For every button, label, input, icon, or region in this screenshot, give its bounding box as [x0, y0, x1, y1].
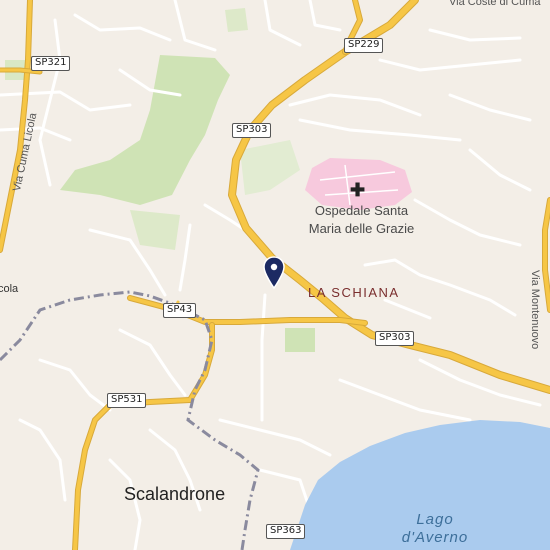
- map-pin-icon[interactable]: [263, 256, 285, 289]
- lake-label: Lago d'Averno: [395, 511, 475, 547]
- road-shield-sp321: SP321: [31, 56, 71, 71]
- district-label: LA SCHIANA: [308, 285, 400, 300]
- hospital-cross-icon: ✚: [350, 180, 366, 200]
- road-shield-sp303: SP303: [232, 123, 272, 138]
- green-area: [285, 328, 315, 352]
- road-shield-sp43: SP43: [163, 303, 197, 318]
- map-canvas[interactable]: SP321 SP229 SP303 SP303 SP43 SP531 SP363…: [0, 0, 550, 550]
- town-label: Scalandrone: [124, 484, 226, 504]
- hospital-label-line2: Maria delle Grazie: [308, 221, 415, 236]
- green-area: [225, 8, 248, 32]
- lake-label-line1: Lago: [416, 511, 454, 528]
- hospital-label: Ospedale Santa Maria delle Grazie: [304, 202, 419, 238]
- hospital-label-line1: Ospedale Santa: [314, 203, 409, 218]
- road-shield-sp229: SP229: [344, 38, 384, 53]
- street-label-right-edge: Via Montenuovo: [529, 270, 541, 350]
- lake-label-line2: d'Averno: [401, 529, 469, 546]
- road-shield-sp363: SP363: [266, 524, 306, 539]
- street-label-via-coste-di-cuma: Via Coste di Cuma: [449, 0, 541, 8]
- place-label-partial: cola: [0, 283, 19, 295]
- road-shield-sp303: SP303: [375, 331, 415, 346]
- road-shield-sp531: SP531: [107, 393, 147, 408]
